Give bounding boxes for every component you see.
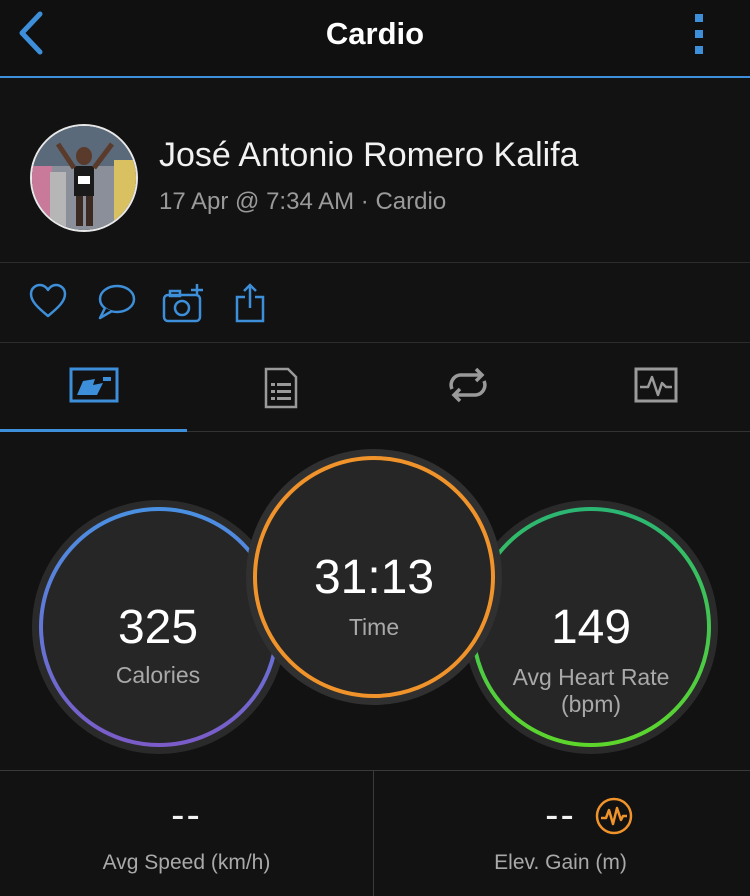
secondary-metrics: -- Avg Speed (km/h) -- Elev. Gain (m) [0, 770, 750, 896]
tab-overview[interactable] [0, 343, 187, 432]
tab-laps[interactable] [374, 343, 561, 431]
more-vertical-icon [695, 14, 703, 54]
elev-gain-label: Elev. Gain (m) [494, 851, 627, 874]
tab-charts[interactable] [561, 343, 748, 431]
time-ring: 31:13 Time [245, 448, 503, 706]
page-title: Cardio [325, 16, 425, 51]
social-actions [0, 263, 750, 343]
share-icon [235, 283, 265, 323]
avg-speed-metric: -- Avg Speed (km/h) [0, 771, 373, 896]
time-value: 31:13 [313, 551, 435, 604]
tab-details[interactable] [187, 343, 374, 431]
share-button[interactable] [234, 283, 266, 328]
comment-icon [98, 284, 136, 320]
elevation-pulse-icon [595, 797, 633, 835]
add-photo-icon [162, 284, 203, 323]
avg-speed-label: Avg Speed (km/h) [102, 851, 271, 874]
elev-gain-metric: -- Elev. Gain (m) [374, 771, 747, 896]
like-button[interactable] [29, 283, 67, 324]
activity-owner: José Antonio Romero Kalifa 17 Apr @ 7:34… [0, 78, 750, 263]
summary-stats: 325 Calories 149 Avg Heart Rate (bpm) 31… [0, 432, 750, 770]
laps-tab-icon [449, 367, 487, 403]
heart-icon [29, 283, 67, 318]
comment-button[interactable] [96, 283, 136, 326]
avg-speed-value: -- [171, 793, 202, 837]
add-photo-button[interactable] [162, 283, 206, 328]
elev-gain-value: -- [545, 793, 576, 837]
avatar[interactable] [30, 124, 138, 232]
activity-screen: Cardio José Antonio Romero Kalifa 17 Apr… [0, 0, 750, 896]
more-options-button[interactable] [688, 12, 710, 56]
avatar-photo [32, 126, 136, 230]
details-list-tab-icon [264, 367, 298, 409]
overview-tab-icon [69, 367, 119, 403]
time-label: Time [348, 614, 400, 640]
user-name[interactable]: José Antonio Romero Kalifa [159, 136, 579, 175]
top-bar: Cardio [0, 0, 750, 78]
charts-tab-icon [634, 367, 678, 403]
elevation-info-button[interactable] [594, 796, 634, 841]
activity-tabs [0, 343, 750, 432]
activity-date-type: 17 Apr @ 7:34 AM · Cardio [159, 188, 447, 215]
